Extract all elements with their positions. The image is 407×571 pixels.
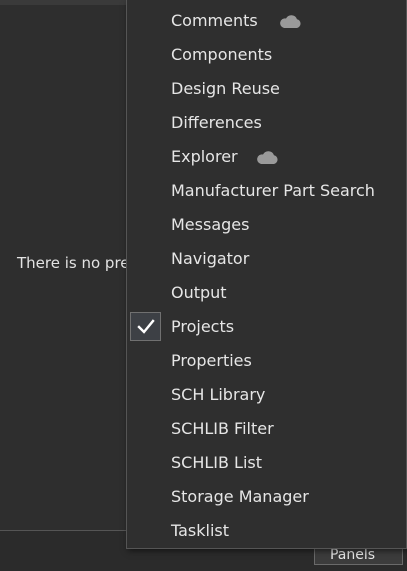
menu-item-tasklist[interactable]: Tasklist — [127, 514, 406, 548]
menu-item-label: Projects — [171, 317, 235, 336]
menu-item-label: Storage Manager — [171, 487, 309, 506]
menu-item-projects[interactable]: Projects — [127, 310, 406, 344]
menu-item-label: Components — [171, 45, 273, 64]
menu-item-schlib-list[interactable]: SCHLIB List — [127, 446, 406, 480]
menu-item-properties[interactable]: Properties — [127, 344, 406, 378]
cloud-icon — [280, 15, 301, 28]
menu-item-sch-library[interactable]: SCH Library — [127, 378, 406, 412]
menu-item-label: SCH Library — [171, 385, 266, 404]
menu-item-label: Manufacturer Part Search — [171, 181, 375, 200]
panels-menu: Comments Components Design Reuse Differe… — [126, 0, 407, 549]
menu-item-label: Explorer — [171, 147, 238, 166]
menu-item-label: Properties — [171, 351, 252, 370]
checkmark-icon — [137, 319, 155, 334]
menu-item-label: SCHLIB List — [171, 453, 263, 472]
menu-item-label: Messages — [171, 215, 250, 234]
empty-panel-message: There is no pre — [17, 254, 130, 272]
menu-item-label: Navigator — [171, 249, 250, 268]
menu-item-label: Tasklist — [171, 521, 230, 540]
cloud-icon — [257, 151, 278, 164]
menu-item-comments[interactable]: Comments — [127, 4, 406, 38]
menu-item-schlib-filter[interactable]: SCHLIB Filter — [127, 412, 406, 446]
checkmark-box — [130, 312, 161, 341]
menu-item-differences[interactable]: Differences — [127, 106, 406, 140]
menu-item-label: SCHLIB Filter — [171, 419, 274, 438]
menu-item-messages[interactable]: Messages — [127, 208, 406, 242]
menu-item-label: Output — [171, 283, 227, 302]
app-window: There is no pre Panels Comments Componen… — [0, 0, 407, 571]
menu-item-label: Differences — [171, 113, 262, 132]
menu-item-navigator[interactable]: Navigator — [127, 242, 406, 276]
menu-item-explorer[interactable]: Explorer — [127, 140, 406, 174]
menu-item-storage-manager[interactable]: Storage Manager — [127, 480, 406, 514]
menu-item-label: Comments — [171, 11, 258, 30]
menu-item-manufacturer-part-search[interactable]: Manufacturer Part Search — [127, 174, 406, 208]
menu-item-design-reuse[interactable]: Design Reuse — [127, 72, 406, 106]
menu-item-output[interactable]: Output — [127, 276, 406, 310]
menu-item-components[interactable]: Components — [127, 38, 406, 72]
menu-item-label: Design Reuse — [171, 79, 280, 98]
